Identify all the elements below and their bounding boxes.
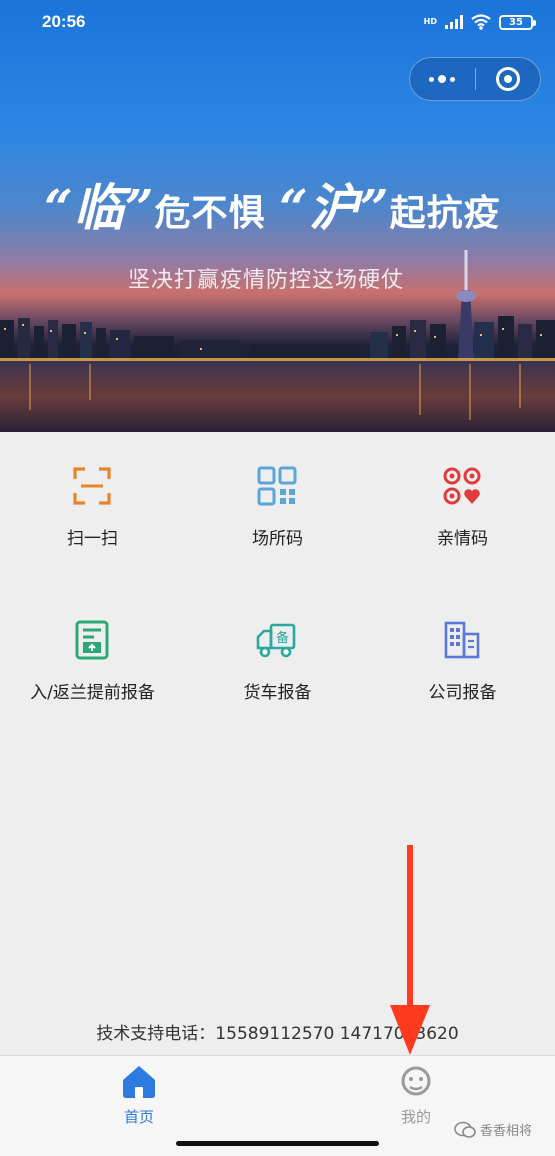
battery-icon: 35 (499, 14, 536, 30)
slogan-text-1: 危不惧 (154, 192, 266, 234)
banner: 20:56 HD 35 “临”危不惧 “沪”起抗疫 坚决打赢疫情防控这场硬仗 (0, 0, 555, 432)
red-arrow-annotation (390, 845, 430, 1055)
slogan-text-2: 起抗疫 (389, 192, 501, 234)
more-dot-icon (450, 76, 456, 82)
status-time: 20:56 (42, 12, 86, 31)
battery-level: 35 (509, 16, 523, 28)
banner-slogan: “临”危不惧 “沪”起抗疫 (44, 168, 514, 240)
grid-item-company-report[interactable]: 公司报备 (370, 586, 555, 736)
grid-item-label: 场所码 (252, 529, 303, 549)
status-bar: 20:56 HD 35 (0, 12, 555, 36)
grid-item-truck-report[interactable]: 备 货车报备 (185, 586, 370, 736)
slogan-callig-1: “临” (44, 178, 155, 237)
mini-program-capsule (409, 57, 541, 101)
qr-code-icon (257, 466, 297, 506)
tab-mine[interactable]: 我的 (356, 1064, 476, 1127)
tab-home[interactable]: 首页 (79, 1064, 199, 1127)
more-menu-button[interactable] (410, 57, 475, 101)
tab-home-label: 首页 (123, 1108, 154, 1126)
watermark-text: 香香相将 (480, 1124, 533, 1139)
grid-item-label: 扫一扫 (67, 529, 118, 549)
home-icon (123, 1066, 155, 1098)
more-dot-icon (429, 76, 435, 82)
grid-item-venue-code[interactable]: 场所码 (185, 432, 370, 582)
family-code-icon (443, 467, 481, 505)
svg-text:备: 备 (276, 630, 289, 646)
grid-item-label: 亲情码 (437, 529, 488, 549)
truck-icon: 备 (256, 623, 296, 658)
close-mini-program-button[interactable] (476, 57, 541, 101)
grid-item-label: 货车报备 (243, 683, 312, 703)
wifi-icon (471, 14, 491, 30)
grid-item-family-code[interactable]: 亲情码 (370, 432, 555, 582)
system-icons: HD 35 (423, 14, 536, 30)
scan-icon (73, 467, 111, 505)
building-icon (444, 621, 480, 659)
target-close-icon (495, 67, 520, 91)
grid-item-entry-report[interactable]: 入/返兰提前报备 (0, 586, 185, 736)
more-dot-icon (438, 75, 447, 83)
city-skyline-image (0, 250, 555, 432)
grid-item-scan[interactable]: 扫一扫 (0, 432, 185, 582)
slogan-callig-2: “沪” (279, 178, 390, 237)
grid-item-label: 入/返兰提前报备 (30, 683, 155, 703)
support-phone-text: 技术支持电话：15589112570 14717053620 (96, 1024, 459, 1044)
user-icon (401, 1066, 431, 1096)
signal-icon (445, 15, 463, 29)
hd-indicator: HD (423, 17, 437, 26)
home-indicator (176, 1141, 379, 1146)
entry-report-icon (75, 620, 109, 660)
grid-item-label: 公司报备 (428, 683, 497, 703)
watermark: 香香相将 (454, 1120, 532, 1139)
wechat-icon (454, 1121, 476, 1138)
